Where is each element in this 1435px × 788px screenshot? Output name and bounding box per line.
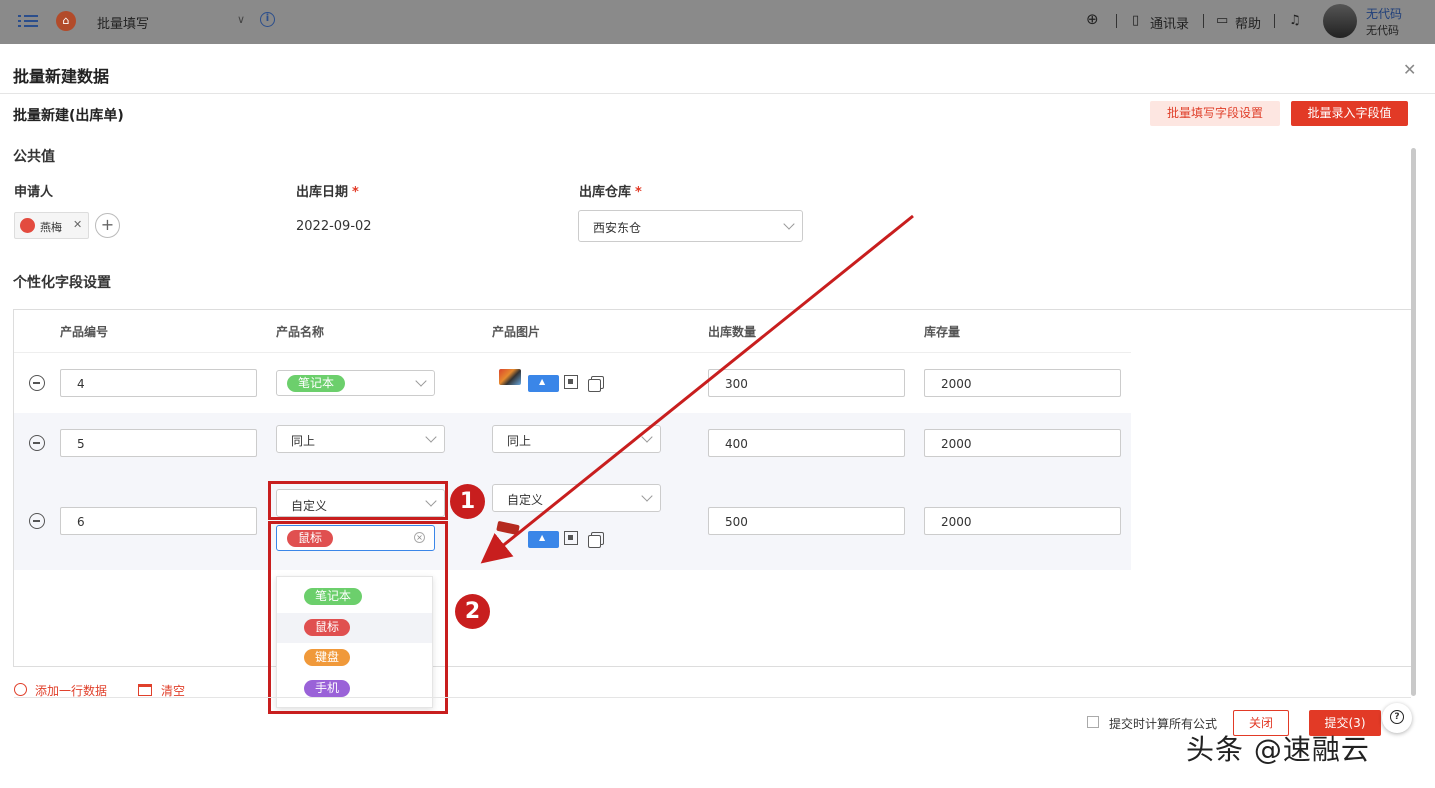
watermark: 头条 @速融云 [1186,733,1370,766]
stock-input[interactable]: 2000 [924,507,1121,535]
chevron-down-icon [783,218,795,230]
help-icon[interactable]: ▭ [1216,13,1228,28]
copy-icon[interactable] [588,379,601,392]
divider [1116,14,1117,28]
close-icon[interactable]: ✕ [1403,60,1416,79]
modal-header: 批量新建数据 ✕ [0,44,1435,94]
batch-input-button[interactable]: 批量录入字段值 [1291,101,1408,126]
calc-formulas-checkbox[interactable] [1087,716,1099,728]
annotation-box-1 [268,481,448,520]
batch-settings-button[interactable]: 批量填写字段设置 [1150,101,1280,126]
chevron-down-icon [641,490,653,502]
add-row-icon[interactable] [14,683,27,696]
stock-input[interactable]: 2000 [924,429,1121,457]
user-name[interactable]: 无代码 [1366,5,1402,22]
quantity-input[interactable]: 500 [708,507,905,535]
clear-icon[interactable] [138,684,152,696]
add-icon[interactable]: ⊕ [1086,10,1099,28]
column-header: 出库数量 [708,325,757,339]
avatar [20,218,35,233]
chevron-down-icon [425,431,437,443]
column-header: 产品编号 [60,325,109,339]
user-org: 无代码 [1366,24,1399,37]
divider [1203,14,1204,28]
modal-title: 批量新建数据 [13,67,110,86]
app-logo-icon: ⌂ [56,11,76,31]
remove-row-icon[interactable] [29,375,45,391]
remove-row-icon[interactable] [29,435,45,451]
quantity-input[interactable]: 300 [708,369,905,397]
annotation-box-2 [268,521,448,714]
qrcode-icon[interactable] [564,531,578,545]
quantity-input[interactable]: 400 [708,429,905,457]
product-code-input[interactable]: 6 [60,507,257,535]
product-image-thumbnail[interactable] [499,369,521,385]
tag-laptop: 笔记本 [287,375,346,392]
chevron-down-icon[interactable]: ∨ [237,13,245,26]
date-value[interactable]: 2022-09-02 [296,219,372,234]
custom-section-title: 个性化字段设置 [13,275,111,291]
form-subtitle: 批量新建(出库单) [13,108,124,124]
product-image-select[interactable]: 同上 [492,425,661,453]
help-link[interactable]: 帮助 [1235,13,1261,32]
contacts-link[interactable]: 通讯录 [1150,13,1189,32]
annotation-badge: 2 [455,594,490,629]
app-title[interactable]: 批量填写 [97,13,149,32]
column-header: 库存量 [924,325,961,339]
add-applicant-button[interactable]: + [95,213,120,238]
column-header: 产品图片 [492,325,541,339]
product-code-input[interactable]: 4 [60,369,257,397]
divider [14,697,1411,698]
applicant-name: 燕梅 [40,221,62,234]
product-name-select[interactable]: 同上 [276,425,445,453]
top-bar: ⌂ 批量填写 ∨ i ⊕ ▯ 通讯录 ▭ 帮助 ♫ 无代码 无代码 [0,0,1435,44]
info-icon[interactable]: i [260,12,275,27]
help-button[interactable]: ? [1382,703,1412,733]
bell-icon[interactable]: ♫ [1289,13,1301,28]
divider [14,352,1131,353]
chevron-down-icon [641,431,653,443]
qrcode-icon[interactable] [564,375,578,389]
upload-icon[interactable] [528,531,559,548]
product-name-select[interactable]: 笔记本 [276,370,435,396]
remove-icon[interactable]: ✕ [73,218,82,231]
avatar[interactable] [1323,4,1357,38]
applicant-label: 申请人 [14,185,54,200]
menu-icon[interactable] [18,12,38,30]
remove-row-icon[interactable] [29,513,45,529]
public-section-title: 公共值 [13,149,55,165]
date-label: 出库日期 * [296,185,359,200]
product-image-select[interactable]: 自定义 [492,484,661,512]
warehouse-select[interactable]: 西安东仓 [578,210,803,242]
product-code-input[interactable]: 5 [60,429,257,457]
copy-icon[interactable] [588,535,601,548]
stock-input[interactable]: 2000 [924,369,1121,397]
applicant-tag[interactable]: 燕梅 ✕ [14,212,89,239]
help-icon: ? [1390,710,1404,724]
contacts-icon[interactable]: ▯ [1132,13,1139,28]
chevron-down-icon [415,375,427,387]
divider [1274,14,1275,28]
column-header: 产品名称 [276,325,325,339]
warehouse-value: 西安东仓 [593,221,642,235]
scrollbar[interactable] [1411,148,1416,696]
annotation-badge: 1 [450,484,485,519]
upload-icon[interactable] [528,375,559,392]
warehouse-label: 出库仓库 * [579,185,642,200]
